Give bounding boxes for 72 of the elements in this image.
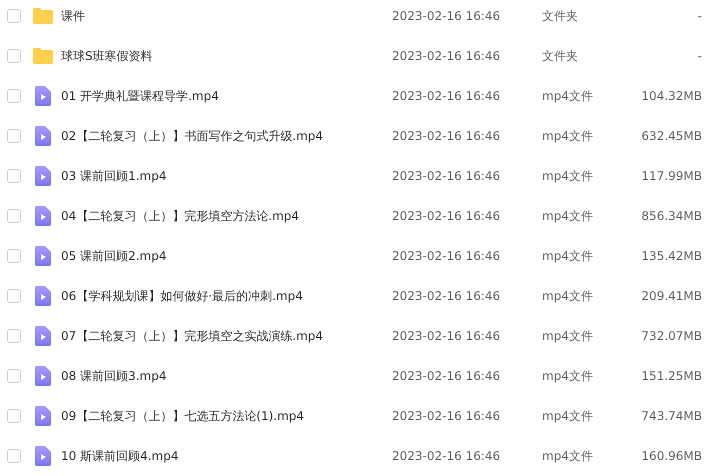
video-file-icon: [35, 326, 51, 346]
video-file-icon: [35, 86, 51, 106]
checkbox[interactable]: [7, 129, 21, 143]
file-name[interactable]: 04【二轮复习（上）】完形填空方法论.mp4: [61, 208, 392, 224]
modified-date: 2023-02-16 16:46: [392, 209, 502, 223]
file-size: 135.42MB: [641, 249, 702, 263]
file-type: mp4文件: [542, 288, 594, 304]
video-file-icon: [35, 246, 51, 266]
file-name[interactable]: 球球S班寒假资料: [61, 48, 392, 64]
file-name[interactable]: 06【学科规划课】如何做好·最后的冲刺.mp4: [61, 288, 392, 304]
file-type: mp4文件: [542, 328, 594, 344]
checkbox[interactable]: [7, 369, 21, 383]
file-name[interactable]: 07【二轮复习（上）】完形填空之实战演练.mp4: [61, 328, 392, 344]
file-size: -: [698, 9, 702, 23]
file-type: 文件夹: [542, 48, 579, 64]
video-file-icon: [35, 166, 51, 186]
checkbox[interactable]: [7, 169, 21, 183]
modified-date: 2023-02-16 16:46: [392, 169, 502, 183]
video-file-icon: [35, 206, 51, 226]
file-type: mp4文件: [542, 88, 594, 104]
checkbox[interactable]: [7, 289, 21, 303]
folder-icon: [33, 48, 53, 64]
file-name[interactable]: 03 课前回顾1.mp4: [61, 168, 392, 184]
modified-date: 2023-02-16 16:46: [392, 249, 502, 263]
file-type: mp4文件: [542, 448, 594, 464]
modified-date: 2023-02-16 16:46: [392, 289, 502, 303]
modified-date: 2023-02-16 16:46: [392, 49, 502, 63]
file-size: 104.32MB: [641, 89, 702, 103]
modified-date: 2023-02-16 16:46: [392, 89, 502, 103]
file-name[interactable]: 10 斯课前回顾4.mp4: [61, 448, 392, 464]
file-size: 151.25MB: [641, 369, 702, 383]
folder-icon: [33, 8, 53, 24]
file-size: 209.41MB: [641, 289, 702, 303]
file-name[interactable]: 08 课前回顾3.mp4: [61, 368, 392, 384]
checkbox[interactable]: [7, 449, 21, 463]
checkbox[interactable]: [7, 409, 21, 423]
file-size: 856.34MB: [641, 209, 702, 223]
file-name[interactable]: 09【二轮复习（上）】七选五方法论(1).mp4: [61, 408, 392, 424]
file-type: mp4文件: [542, 168, 594, 184]
modified-date: 2023-02-16 16:46: [392, 409, 502, 423]
modified-date: 2023-02-16 16:46: [392, 9, 502, 23]
video-file-icon: [35, 286, 51, 306]
file-size: 117.99MB: [641, 169, 702, 183]
video-file-icon: [35, 446, 51, 466]
file-name[interactable]: 02【二轮复习（上）】书面写作之句式升级.mp4: [61, 128, 392, 144]
file-type: mp4文件: [542, 248, 594, 264]
file-type: mp4文件: [542, 208, 594, 224]
file-size: 160.96MB: [641, 449, 702, 463]
file-size: 743.74MB: [641, 409, 702, 423]
file-size: -: [698, 49, 702, 63]
checkbox[interactable]: [7, 249, 21, 263]
checkbox[interactable]: [7, 89, 21, 103]
modified-date: 2023-02-16 16:46: [392, 129, 502, 143]
file-type: mp4文件: [542, 408, 594, 424]
modified-date: 2023-02-16 16:46: [392, 329, 502, 343]
checkbox[interactable]: [7, 49, 21, 63]
file-name[interactable]: 01 开学典礼暨课程导学.mp4: [61, 88, 392, 104]
video-file-icon: [35, 366, 51, 386]
file-name[interactable]: 05 课前回顾2.mp4: [61, 248, 392, 264]
video-file-icon: [35, 126, 51, 146]
video-file-icon: [35, 406, 51, 426]
file-type: 文件夹: [542, 8, 579, 24]
checkbox[interactable]: [7, 329, 21, 343]
file-type: mp4文件: [542, 368, 594, 384]
checkbox[interactable]: [7, 9, 21, 23]
file-size: 732.07MB: [641, 329, 702, 343]
modified-date: 2023-02-16 16:46: [392, 449, 502, 463]
file-size: 632.45MB: [641, 129, 702, 143]
file-type: mp4文件: [542, 128, 594, 144]
checkbox[interactable]: [7, 209, 21, 223]
file-name[interactable]: 课件: [61, 8, 392, 24]
modified-date: 2023-02-16 16:46: [392, 369, 502, 383]
